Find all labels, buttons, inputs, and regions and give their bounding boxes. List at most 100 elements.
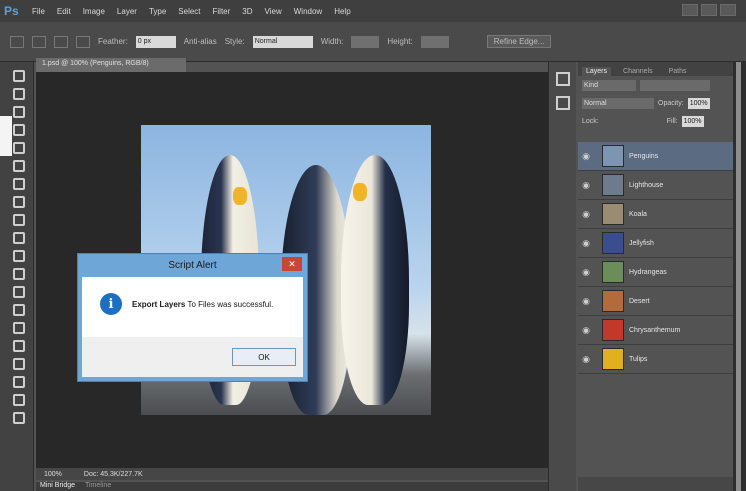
properties-panel-icon[interactable]: [555, 96, 570, 110]
eraser-tool-icon[interactable]: [11, 248, 25, 262]
height-input[interactable]: [420, 35, 449, 48]
zoom-level[interactable]: 100%: [44, 471, 62, 478]
new-selection-icon[interactable]: [32, 35, 46, 48]
fill-input[interactable]: 100%: [681, 115, 704, 127]
layer-name: Chrysanthemum: [629, 326, 681, 334]
layer-row-penguins[interactable]: ◉ Penguins: [578, 142, 733, 171]
status-bar: 100% Doc: 45.3K/227.7K: [36, 468, 548, 480]
dialog-footer: OK: [82, 337, 303, 377]
penguin-right: [341, 155, 409, 405]
path-select-tool-icon[interactable]: [11, 356, 25, 370]
layer-row-koala[interactable]: ◉ Koala: [578, 200, 733, 229]
refine-edge-button[interactable]: Refine Edge...: [486, 35, 552, 48]
layer-thumbnail: [602, 348, 624, 370]
antialias-checkbox[interactable]: Anti-alias: [184, 37, 217, 46]
blend-mode-select[interactable]: Normal: [582, 97, 654, 109]
tab-timeline[interactable]: Timeline: [85, 482, 111, 491]
layer-name: Penguins: [629, 152, 659, 160]
quick-select-tool-icon[interactable]: [11, 122, 25, 136]
visibility-eye-icon[interactable]: ◉: [578, 296, 594, 307]
add-selection-icon[interactable]: [54, 35, 68, 48]
brush-tool-icon[interactable]: [11, 194, 25, 208]
pen-tool-icon[interactable]: [11, 320, 25, 334]
width-input[interactable]: [351, 35, 380, 48]
hand-tool-icon[interactable]: [11, 392, 25, 406]
tab-mini-bridge[interactable]: Mini Bridge: [40, 482, 75, 491]
right-scrollbar[interactable]: [733, 62, 746, 491]
dialog-close-button[interactable]: ✕: [282, 257, 302, 271]
app-logo: Ps: [4, 4, 19, 18]
tab-channels[interactable]: Channels: [619, 67, 657, 76]
dialog-body: i Export Layers To Files was successful.: [82, 277, 303, 337]
kind-filter-select[interactable]: Kind: [582, 79, 636, 91]
layer-name: Desert: [629, 297, 650, 305]
layer-row-hydrangeas[interactable]: ◉ Hydrangeas: [578, 258, 733, 287]
marquee-tool-icon[interactable]: [11, 86, 25, 100]
menu-select[interactable]: Select: [178, 7, 200, 16]
menu-file[interactable]: File: [32, 7, 45, 16]
menu-view[interactable]: View: [265, 7, 282, 16]
menu-filter[interactable]: Filter: [213, 7, 231, 16]
layer-row-jellyfish[interactable]: ◉ Jellyfish: [578, 229, 733, 258]
eyedropper-tool-icon[interactable]: [11, 158, 25, 172]
menu-3d[interactable]: 3D: [242, 7, 252, 16]
type-tool-icon[interactable]: [11, 338, 25, 352]
opacity-input[interactable]: 100%: [687, 97, 710, 109]
feather-input[interactable]: 0 px: [135, 35, 176, 48]
layer-row-tulips[interactable]: ◉ Tulips: [578, 345, 733, 374]
stamp-tool-icon[interactable]: [11, 212, 25, 226]
menu-image[interactable]: Image: [83, 7, 105, 16]
ok-button[interactable]: OK: [232, 348, 296, 366]
shape-tool-icon[interactable]: [11, 374, 25, 388]
visibility-eye-icon[interactable]: ◉: [578, 354, 594, 365]
lock-icons[interactable]: [602, 115, 663, 127]
layer-row-lighthouse[interactable]: ◉ Lighthouse: [578, 171, 733, 200]
document-tab[interactable]: 1.psd @ 100% (Penguins, RGB/8): [36, 58, 186, 72]
subtract-selection-icon[interactable]: [76, 35, 90, 48]
tab-layers[interactable]: Layers: [582, 67, 612, 76]
menu-edit[interactable]: Edit: [57, 7, 71, 16]
layer-row-chrysanthemum[interactable]: ◉ Chrysanthemum: [578, 316, 733, 345]
options-bar: Feather: 0 px Anti-alias Style: Normal W…: [0, 22, 746, 62]
visibility-eye-icon[interactable]: ◉: [578, 209, 594, 220]
layer-thumbnail: [602, 174, 624, 196]
visibility-eye-icon[interactable]: ◉: [578, 180, 594, 191]
menu-help[interactable]: Help: [334, 7, 350, 16]
healing-tool-icon[interactable]: [11, 176, 25, 190]
visibility-eye-icon[interactable]: ◉: [578, 238, 594, 249]
layer-row-desert[interactable]: ◉ Desert: [578, 287, 733, 316]
menu-layer[interactable]: Layer: [117, 7, 137, 16]
history-panel-icon[interactable]: [555, 72, 570, 86]
history-brush-tool-icon[interactable]: [11, 230, 25, 244]
layer-thumbnail: [602, 145, 624, 167]
maximize-button[interactable]: [701, 4, 717, 16]
visibility-eye-icon[interactable]: ◉: [578, 267, 594, 278]
window-controls: [682, 4, 736, 16]
zoom-tool-icon[interactable]: [11, 410, 25, 424]
blur-tool-icon[interactable]: [11, 284, 25, 298]
lock-label: Lock:: [582, 117, 599, 125]
menu-type[interactable]: Type: [149, 7, 166, 16]
marquee-tool-preset-icon[interactable]: [10, 35, 24, 48]
tab-paths[interactable]: Paths: [665, 67, 691, 76]
dodge-tool-icon[interactable]: [11, 302, 25, 316]
layer-name: Koala: [629, 210, 647, 218]
crop-tool-icon[interactable]: [11, 140, 25, 154]
style-select[interactable]: Normal: [252, 35, 313, 48]
gradient-tool-icon[interactable]: [11, 266, 25, 280]
penguin-right-neck: [353, 183, 367, 201]
visibility-eye-icon[interactable]: ◉: [578, 325, 594, 336]
move-tool-icon[interactable]: [11, 68, 25, 82]
blend-row: Normal Opacity: 100%: [578, 94, 733, 112]
menu-window[interactable]: Window: [294, 7, 322, 16]
visibility-eye-icon[interactable]: ◉: [578, 151, 594, 162]
filter-icons[interactable]: [640, 79, 710, 91]
menu-bar: Ps File Edit Image Layer Type Select Fil…: [0, 0, 746, 22]
close-window-button[interactable]: [720, 4, 736, 16]
minimize-button[interactable]: [682, 4, 698, 16]
layer-name: Lighthouse: [629, 181, 664, 189]
document-size: Doc: 45.3K/227.7K: [83, 470, 143, 478]
filter-row: Kind: [578, 76, 733, 94]
lasso-tool-icon[interactable]: [11, 104, 25, 118]
layer-name: Jellyfish: [629, 239, 654, 247]
